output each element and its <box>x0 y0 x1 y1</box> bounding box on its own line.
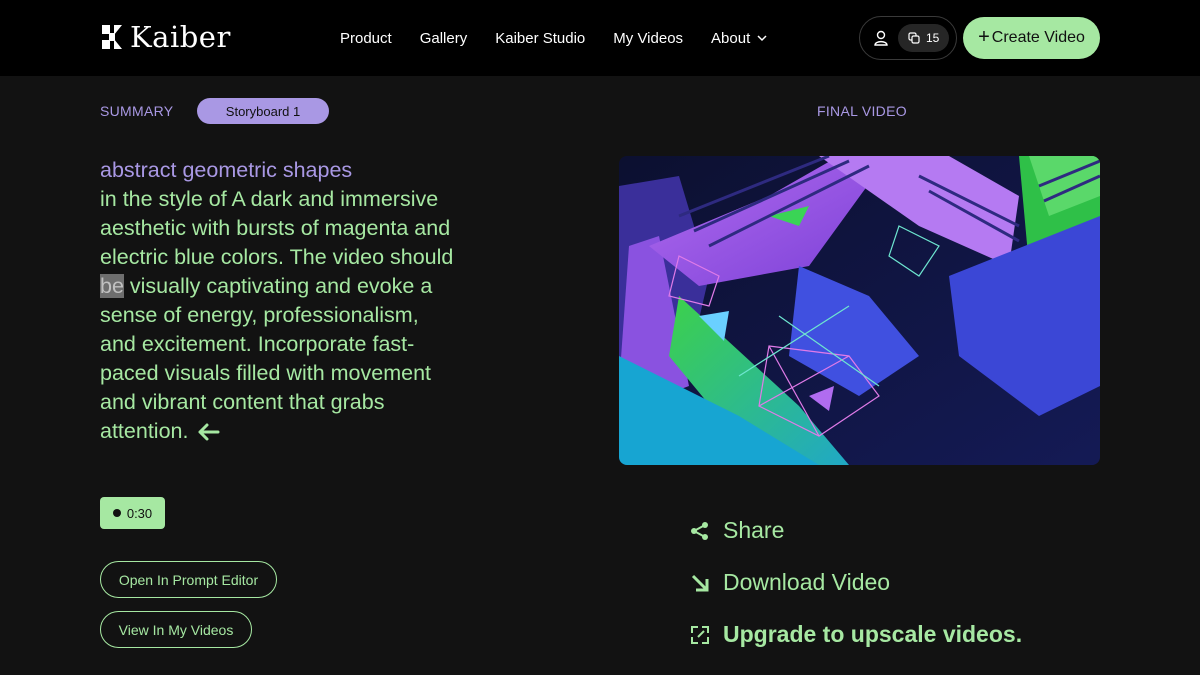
nav-kaiber-studio[interactable]: Kaiber Studio <box>495 30 585 47</box>
tab-storyboard-1[interactable]: Storyboard 1 <box>197 98 329 124</box>
share-icon <box>691 521 708 540</box>
share-label: Share <box>723 517 785 543</box>
nav-gallery[interactable]: Gallery <box>420 30 468 47</box>
duration-dot-icon <box>112 509 121 517</box>
create-video-button[interactable]: + Create Video <box>963 17 1100 59</box>
final-video-player[interactable] <box>619 156 1100 465</box>
account-credits[interactable]: 15 <box>859 16 957 60</box>
user-icon <box>874 30 888 46</box>
nav-about-label: About <box>711 29 751 47</box>
nav-about[interactable]: About <box>711 30 768 47</box>
video-frame-image <box>619 156 1100 465</box>
view-in-my-videos-button[interactable]: View In My Videos <box>100 611 252 648</box>
credits-icon <box>908 32 920 44</box>
upscale-icon <box>691 625 709 644</box>
download-video-button[interactable]: Download Video <box>689 569 890 596</box>
kaiber-logo-icon <box>102 25 122 49</box>
main-nav: Product Gallery Kaiber Studio My Videos … <box>340 0 768 76</box>
download-video-label: Download Video <box>723 569 891 595</box>
prompt-body-start: in the style of A dark and immersive aes… <box>100 187 454 269</box>
arrow-left-icon[interactable] <box>196 422 220 442</box>
top-navigation-bar: Kaiber Product Gallery Kaiber Studio My … <box>0 0 1200 76</box>
duration-value: 0:30 <box>126 505 153 521</box>
plus-icon: + <box>978 26 990 48</box>
duration-badge: 0:30 <box>100 497 165 529</box>
prompt-body-end: visually captivating and evoke a sense o… <box>100 274 433 443</box>
prompt-text: abstract geometric shapes in the style of… <box>100 156 460 446</box>
nav-my-videos[interactable]: My Videos <box>613 30 683 47</box>
chevron-down-icon <box>757 35 767 42</box>
share-button[interactable]: Share <box>689 517 784 544</box>
open-prompt-editor-button[interactable]: Open In Prompt Editor <box>100 561 277 598</box>
credit-count: 15 <box>926 31 940 45</box>
nav-product[interactable]: Product <box>340 30 392 47</box>
credit-count-badge: 15 <box>898 24 950 52</box>
final-video-label: FINAL VIDEO <box>817 103 907 119</box>
logo-text: Kaiber <box>130 20 231 54</box>
upgrade-upscale-link[interactable]: Upgrade to upscale videos. <box>689 621 1022 648</box>
kaiber-logo[interactable]: Kaiber <box>100 20 231 54</box>
summary-label: SUMMARY <box>100 103 174 119</box>
create-video-label: Create Video <box>991 29 1085 46</box>
upgrade-label: Upgrade to upscale videos. <box>723 621 1023 647</box>
download-icon <box>691 574 709 591</box>
prompt-highlight: be <box>100 274 124 298</box>
prompt-subject: abstract geometric shapes <box>100 158 353 182</box>
